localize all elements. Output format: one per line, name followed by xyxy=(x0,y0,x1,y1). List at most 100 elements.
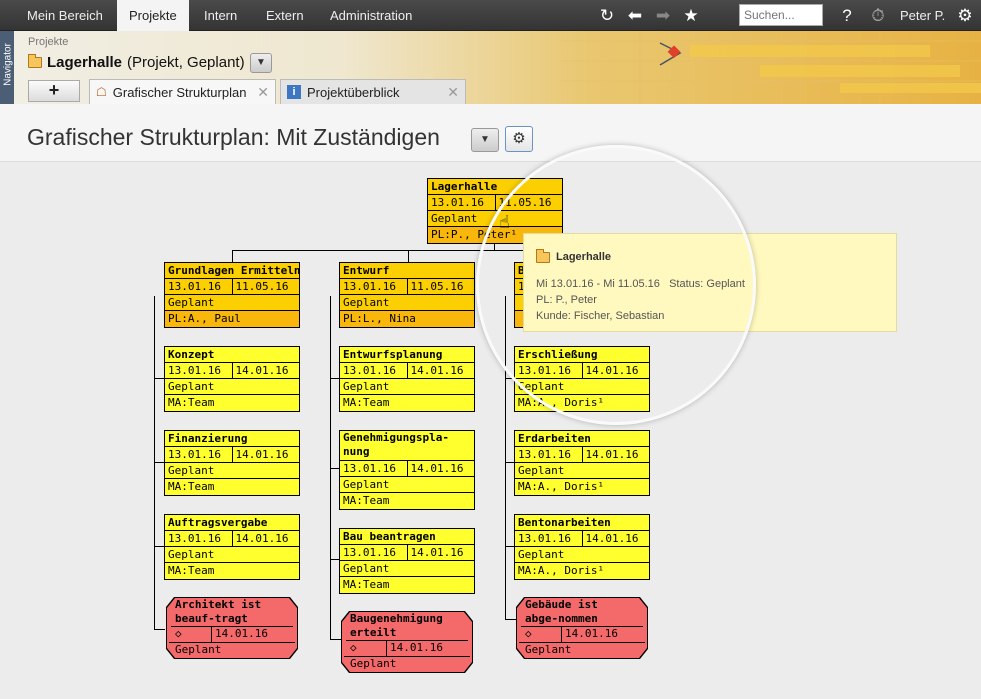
wbs-node-task[interactable]: Finanzierung 13.01.16 14.01.16 Geplant MA… xyxy=(164,430,300,496)
view-settings-button[interactable]: ⚙ xyxy=(505,126,533,152)
wbs-node-summary[interactable]: Grundlagen Ermitteln 13.01.16 11.05.16 Ge… xyxy=(164,262,300,328)
tooltip-status: Status: Geplant xyxy=(669,278,745,290)
milestone-date: 14.01.16 xyxy=(215,627,268,640)
node-dates: 13.01.16 14.01.16 xyxy=(165,531,299,547)
nav-tab-intern[interactable]: Intern xyxy=(192,0,249,31)
connector xyxy=(330,639,341,640)
node-end: 14.01.16 xyxy=(235,532,289,545)
wbs-node-task[interactable]: Auftragsvergabe 13.01.16 14.01.16 Geplant… xyxy=(164,514,300,580)
wbs-milestone[interactable]: Baugenehmigung erteilt ◇ 14.01.16 Geplan… xyxy=(341,611,473,673)
wbs-node-task[interactable]: Erschließung 13.01.16 14.01.16 Geplant MA… xyxy=(514,346,650,412)
connector xyxy=(505,296,506,620)
milestone-title: Baugenehmigung erteilt xyxy=(350,612,443,639)
node-end: 14.01.16 xyxy=(585,532,639,545)
node-status: Geplant xyxy=(515,547,649,563)
milestone-diamond-icon: ◇ xyxy=(350,641,357,654)
node-end: 14.01.16 xyxy=(235,448,289,461)
node-end: 14.01.16 xyxy=(585,448,639,461)
node-tooltip: Lagerhalle Mi 13.01.16 - Mi 11.05.16 Sta… xyxy=(523,233,897,332)
nav-tab-extern[interactable]: Extern xyxy=(254,0,316,31)
project-dropdown-button[interactable]: ▼ xyxy=(250,53,272,73)
node-start: 13.01.16 xyxy=(340,279,408,294)
milestone-status: Geplant xyxy=(525,643,572,656)
navigator-sidebar[interactable]: Navigator xyxy=(0,31,14,104)
wbs-milestone[interactable]: Architekt ist beauf-tragt ◇ 14.01.16 Gep… xyxy=(166,597,298,659)
node-title: Bentonarbeiten xyxy=(515,515,649,531)
forward-icon[interactable]: ➡ xyxy=(649,0,677,31)
node-dates: 13.01.16 14.01.16 xyxy=(165,447,299,463)
nav-tab-mein-bereich[interactable]: Mein Bereich xyxy=(15,0,115,31)
nav-tab-projekte[interactable]: Projekte xyxy=(117,0,189,31)
node-end: 11.05.16 xyxy=(410,280,464,293)
back-icon[interactable]: ⬅ xyxy=(621,0,649,31)
milestone-title: Gebäude ist abge-nommen xyxy=(525,598,598,625)
node-status: Geplant xyxy=(515,379,649,395)
milestone-title: Architekt ist beauf-tragt xyxy=(175,598,262,625)
node-person: MA:Team xyxy=(343,494,390,507)
add-tab-button[interactable]: + xyxy=(28,80,80,102)
node-title: Finanzierung xyxy=(165,431,299,447)
milestone-status: Geplant xyxy=(350,657,397,670)
wbs-node-summary[interactable]: Entwurf 13.01.16 11.05.16 Geplant PL:L., … xyxy=(339,262,475,328)
node-dates: 13.01.16 14.01.16 xyxy=(515,447,649,463)
search-input[interactable] xyxy=(739,4,823,26)
top-navigation-bar: Mein Bereich Projekte Intern Extern Admi… xyxy=(0,0,981,31)
node-dates: 13.01.16 14.01.16 xyxy=(165,363,299,379)
node-dates: 13.01.16 14.01.16 xyxy=(340,363,474,379)
project-title: Lagerhalle (Projekt, Geplant) xyxy=(28,54,245,71)
close-icon[interactable]: ✕ xyxy=(257,84,269,101)
wbs-node-task[interactable]: Genehmigungspla-nung 13.01.16 14.01.16 Ge… xyxy=(339,430,475,510)
milestone-date: 14.01.16 xyxy=(390,641,443,654)
nav-tab-administration[interactable]: Administration xyxy=(318,0,424,31)
connector xyxy=(154,629,165,630)
node-status: Geplant xyxy=(165,463,299,479)
tab-grafischer-strukturplan[interactable]: ☖ Grafischer Strukturplan ✕ xyxy=(89,79,276,104)
refresh-icon[interactable]: ↻ xyxy=(593,0,621,31)
tab-projektueberblick[interactable]: i Projektüberblick ✕ xyxy=(280,79,466,104)
node-end: 14.01.16 xyxy=(585,364,639,377)
node-person: MA:Team xyxy=(343,578,390,591)
milestone-diamond-icon: ◇ xyxy=(175,627,182,640)
node-dates: 13.01.16 14.01.16 xyxy=(515,363,649,379)
star-icon[interactable]: ★ xyxy=(677,0,705,31)
node-person: MA:Team xyxy=(168,480,215,493)
timer-icon[interactable]: ⏱ xyxy=(864,0,892,31)
help-button[interactable]: ? xyxy=(833,0,861,31)
node-title: Entwurf xyxy=(340,263,474,279)
node-start: 13.01.16 xyxy=(515,447,583,462)
tooltip-dates: Mi 13.01.16 - Mi 11.05.16 xyxy=(536,278,660,290)
connector xyxy=(154,296,155,630)
node-title: Lagerhalle xyxy=(428,179,562,195)
wbs-node-task[interactable]: Entwurfsplanung 13.01.16 14.01.16 Geplant… xyxy=(339,346,475,412)
user-menu[interactable]: Peter P. xyxy=(900,0,945,31)
node-person: MA:Team xyxy=(343,396,390,409)
node-status: Geplant xyxy=(340,561,474,577)
node-start: 13.01.16 xyxy=(340,545,408,560)
node-dates: 13.01.16 11.05.16 xyxy=(165,279,299,295)
folder-icon xyxy=(28,54,42,68)
node-title: Erdarbeiten xyxy=(515,431,649,447)
tooltip-title-text: Lagerhalle xyxy=(556,251,612,263)
wbs-node-task[interactable]: Bentonarbeiten 13.01.16 14.01.16 Geplant … xyxy=(514,514,650,580)
view-dropdown-button[interactable]: ▼ xyxy=(471,128,499,152)
node-start: 13.01.16 xyxy=(165,363,233,378)
node-start: 13.01.16 xyxy=(165,279,233,294)
node-status: Geplant xyxy=(428,211,562,227)
node-title: Konzept xyxy=(165,347,299,363)
node-end: 14.01.16 xyxy=(235,364,289,377)
gear-icon[interactable]: ⚙ xyxy=(951,0,979,31)
wbs-milestone[interactable]: Gebäude ist abge-nommen ◇ 14.01.16 Gepla… xyxy=(516,597,648,659)
tab-label: Grafischer Strukturplan xyxy=(112,84,247,100)
close-icon[interactable]: ✕ xyxy=(447,84,459,101)
node-person: PL:L., Nina xyxy=(340,311,474,327)
wbs-node-task[interactable]: Bau beantragen 13.01.16 14.01.16 Geplant … xyxy=(339,528,475,594)
navigator-label: Navigator xyxy=(2,43,14,86)
tooltip-title: Lagerhalle xyxy=(536,248,612,263)
breadcrumb[interactable]: Projekte xyxy=(28,36,68,48)
node-end: 14.01.16 xyxy=(410,364,464,377)
node-end: 14.01.16 xyxy=(410,462,464,475)
wbs-node-task[interactable]: Konzept 13.01.16 14.01.16 Geplant MA:Team xyxy=(164,346,300,412)
node-start: 13.01.16 xyxy=(165,447,233,462)
wbs-node-task[interactable]: Erdarbeiten 13.01.16 14.01.16 Geplant MA:… xyxy=(514,430,650,496)
node-end: 14.01.16 xyxy=(410,546,464,559)
